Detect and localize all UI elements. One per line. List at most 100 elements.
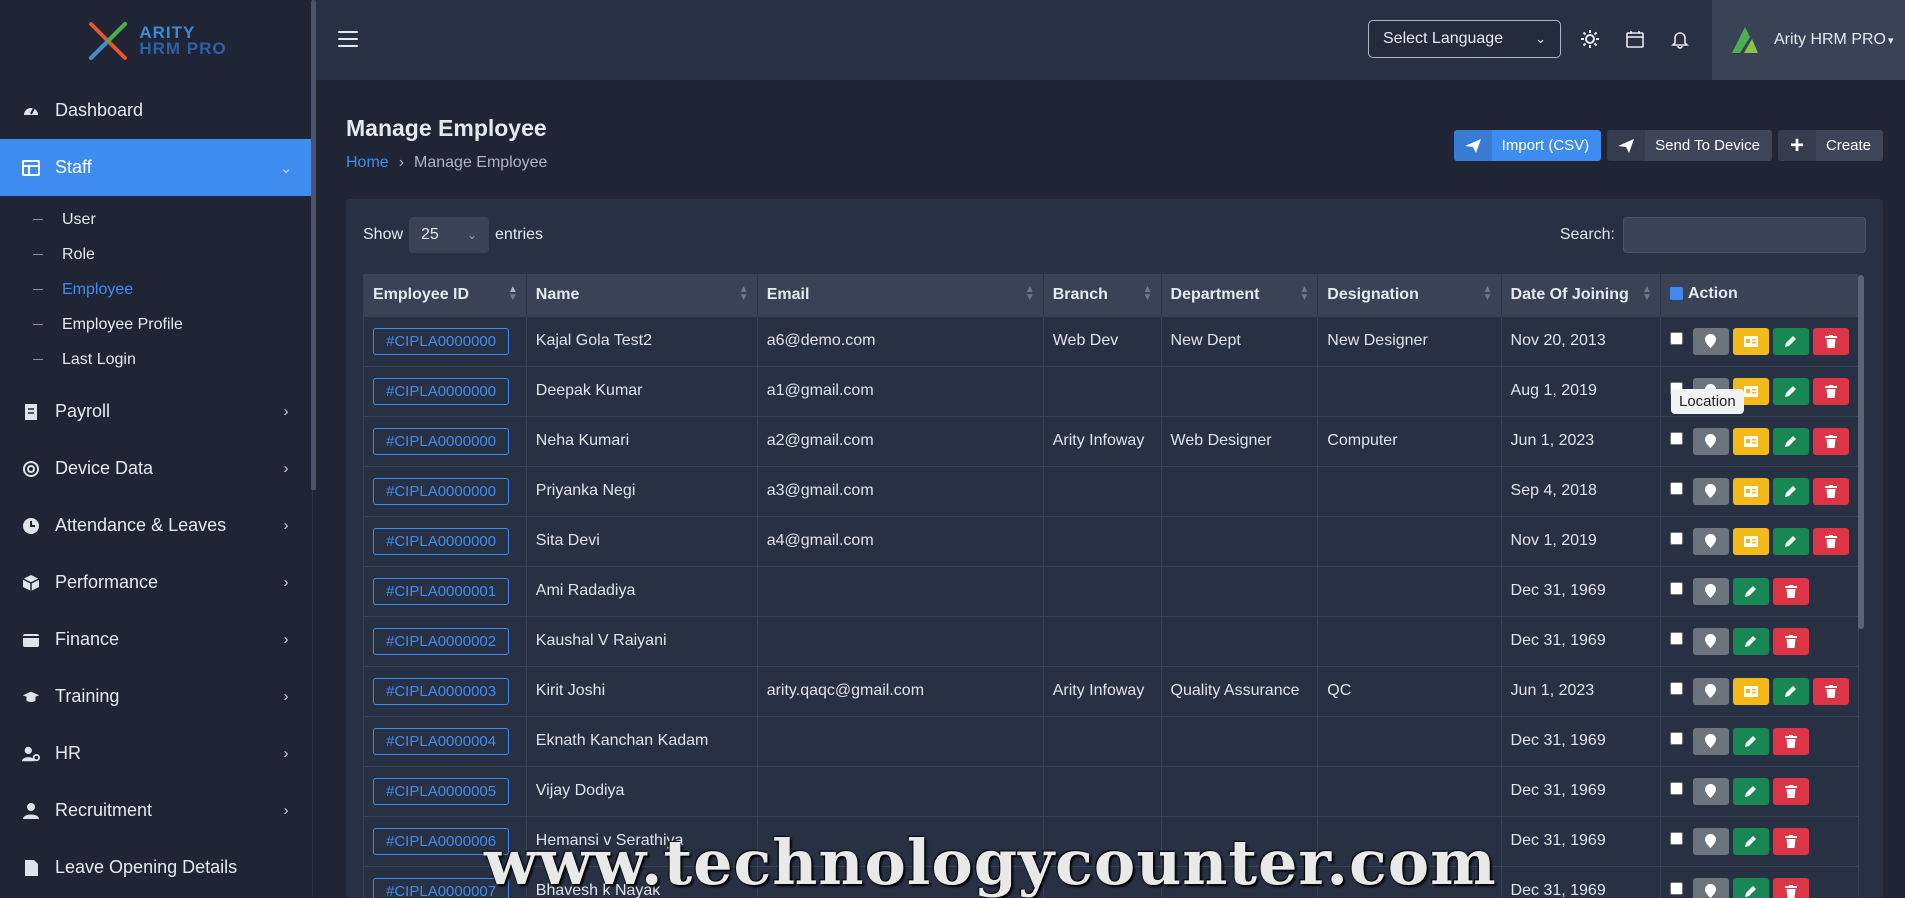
employee-id-link[interactable]: #CIPLA0000003 <box>373 677 510 705</box>
delete-button[interactable] <box>1812 477 1849 505</box>
edit-button[interactable] <box>1772 327 1809 355</box>
column-header-designation[interactable]: Designation ▲ ▼ <box>1317 274 1502 316</box>
delete-button[interactable] <box>1812 377 1849 405</box>
edit-button[interactable] <box>1732 777 1769 805</box>
calendar-icon[interactable] <box>1625 29 1645 49</box>
id-card-button[interactable] <box>1732 527 1769 555</box>
user-profile-menu[interactable]: Arity HRM PRO ▾ <box>1712 0 1905 80</box>
edit-button[interactable] <box>1772 477 1809 505</box>
location-button[interactable] <box>1692 477 1729 505</box>
delete-button[interactable] <box>1772 777 1809 805</box>
delete-button[interactable] <box>1812 327 1849 355</box>
column-header-employee-id[interactable]: Employee ID ▲ ▼ <box>363 274 527 316</box>
location-button[interactable] <box>1692 577 1729 605</box>
employee-id-link[interactable]: #CIPLA0000000 <box>373 427 510 455</box>
location-button[interactable] <box>1692 777 1729 805</box>
row-checkbox[interactable] <box>1669 831 1683 845</box>
id-card-button[interactable] <box>1732 477 1769 505</box>
theme-toggle-icon[interactable] <box>1580 29 1600 49</box>
location-button[interactable] <box>1692 877 1729 898</box>
location-button[interactable] <box>1692 677 1729 705</box>
employee-id-link[interactable]: #CIPLA0000000 <box>373 327 510 355</box>
sidebar-item-recruitment[interactable]: Recruitment › <box>0 782 312 839</box>
edit-button[interactable] <box>1732 727 1769 755</box>
delete-button[interactable] <box>1812 527 1849 555</box>
delete-button[interactable] <box>1772 827 1809 855</box>
location-button[interactable] <box>1692 627 1729 655</box>
row-checkbox[interactable] <box>1669 581 1683 595</box>
sidebar-item-training[interactable]: Training › <box>0 668 312 725</box>
sidebar-item-leave-opening-details[interactable]: Leave Opening Details <box>0 839 312 896</box>
create-button[interactable]: + Create <box>1777 130 1883 161</box>
language-select[interactable]: Select Language ⌄ <box>1368 20 1561 58</box>
entries-select[interactable]: 25 ⌄ <box>409 217 490 253</box>
menu-toggle-icon[interactable] <box>338 31 358 47</box>
import-csv-button[interactable]: Import (CSV) <box>1453 130 1602 161</box>
send-to-device-button[interactable]: Send To Device <box>1607 130 1772 161</box>
row-checkbox[interactable] <box>1669 531 1683 545</box>
submenu-item-employee-profile[interactable]: Employee Profile <box>0 307 312 342</box>
edit-button[interactable] <box>1772 377 1809 405</box>
row-checkbox[interactable] <box>1669 881 1683 895</box>
select-all-checkbox[interactable] <box>1669 287 1683 300</box>
delete-button[interactable] <box>1772 577 1809 605</box>
sidebar-item-device-data[interactable]: Device Data › <box>0 440 312 497</box>
sidebar-item-performance[interactable]: Performance › <box>0 554 312 611</box>
location-button[interactable] <box>1692 727 1729 755</box>
submenu-item-role[interactable]: Role <box>0 237 312 272</box>
sidebar-item-dashboard[interactable]: Dashboard <box>0 82 312 139</box>
column-header-email[interactable]: Email ▲ ▼ <box>757 274 1044 316</box>
row-checkbox[interactable] <box>1669 431 1683 445</box>
row-checkbox[interactable] <box>1669 481 1683 495</box>
edit-button[interactable] <box>1732 827 1769 855</box>
submenu-item-user[interactable]: User <box>0 202 312 237</box>
edit-button[interactable] <box>1772 427 1809 455</box>
employee-id-link[interactable]: #CIPLA0000000 <box>373 377 510 405</box>
edit-button[interactable] <box>1732 577 1769 605</box>
location-button[interactable] <box>1692 827 1729 855</box>
id-card-button[interactable] <box>1732 327 1769 355</box>
delete-button[interactable] <box>1812 677 1849 705</box>
pencil-icon <box>1784 335 1797 348</box>
row-checkbox[interactable] <box>1669 731 1683 745</box>
column-header-branch[interactable]: Branch ▲ ▼ <box>1043 274 1162 316</box>
app-logo[interactable]: ARITY HRM PRO <box>0 0 312 82</box>
submenu-item-employee[interactable]: Employee <box>0 272 312 307</box>
column-header-date-of-joining[interactable]: Date Of Joining ▲ ▼ <box>1501 274 1661 316</box>
employee-id-link[interactable]: #CIPLA0000002 <box>373 627 510 655</box>
sidebar-item-finance[interactable]: Finance › <box>0 611 312 668</box>
delete-button[interactable] <box>1772 877 1809 898</box>
id-card-button[interactable] <box>1732 677 1769 705</box>
search-input[interactable] <box>1623 217 1866 253</box>
sidebar-item-hr[interactable]: HR › <box>0 725 312 782</box>
table-scrollbar[interactable] <box>1858 275 1864 629</box>
breadcrumb-home-link[interactable]: Home <box>346 154 389 172</box>
employee-id-link[interactable]: #CIPLA0000000 <box>373 477 510 505</box>
submenu-item-last-login[interactable]: Last Login <box>0 342 312 377</box>
id-card-button[interactable] <box>1732 427 1769 455</box>
edit-button[interactable] <box>1732 627 1769 655</box>
delete-button[interactable] <box>1812 427 1849 455</box>
location-button[interactable] <box>1692 527 1729 555</box>
edit-button[interactable] <box>1732 877 1769 898</box>
employee-id-link[interactable]: #CIPLA0000005 <box>373 777 510 805</box>
location-button[interactable] <box>1692 427 1729 455</box>
employee-id-link[interactable]: #CIPLA0000004 <box>373 727 510 755</box>
delete-button[interactable] <box>1772 727 1809 755</box>
row-checkbox[interactable] <box>1669 631 1683 645</box>
edit-button[interactable] <box>1772 527 1809 555</box>
column-header-department[interactable]: Department ▲ ▼ <box>1161 274 1319 316</box>
column-header-name[interactable]: Name ▲ ▼ <box>526 274 758 316</box>
row-checkbox[interactable] <box>1669 781 1683 795</box>
edit-button[interactable] <box>1772 677 1809 705</box>
delete-button[interactable] <box>1772 627 1809 655</box>
row-checkbox[interactable] <box>1669 331 1683 345</box>
employee-id-link[interactable]: #CIPLA0000000 <box>373 527 510 555</box>
location-button[interactable] <box>1692 327 1729 355</box>
bell-icon[interactable] <box>1670 29 1690 49</box>
employee-id-link[interactable]: #CIPLA0000001 <box>373 577 510 605</box>
sidebar-item-staff[interactable]: Staff ⌄ <box>0 139 312 196</box>
sidebar-item-attendance-leaves[interactable]: Attendance & Leaves › <box>0 497 312 554</box>
row-checkbox[interactable] <box>1669 681 1683 695</box>
sidebar-item-payroll[interactable]: Payroll › <box>0 383 312 440</box>
